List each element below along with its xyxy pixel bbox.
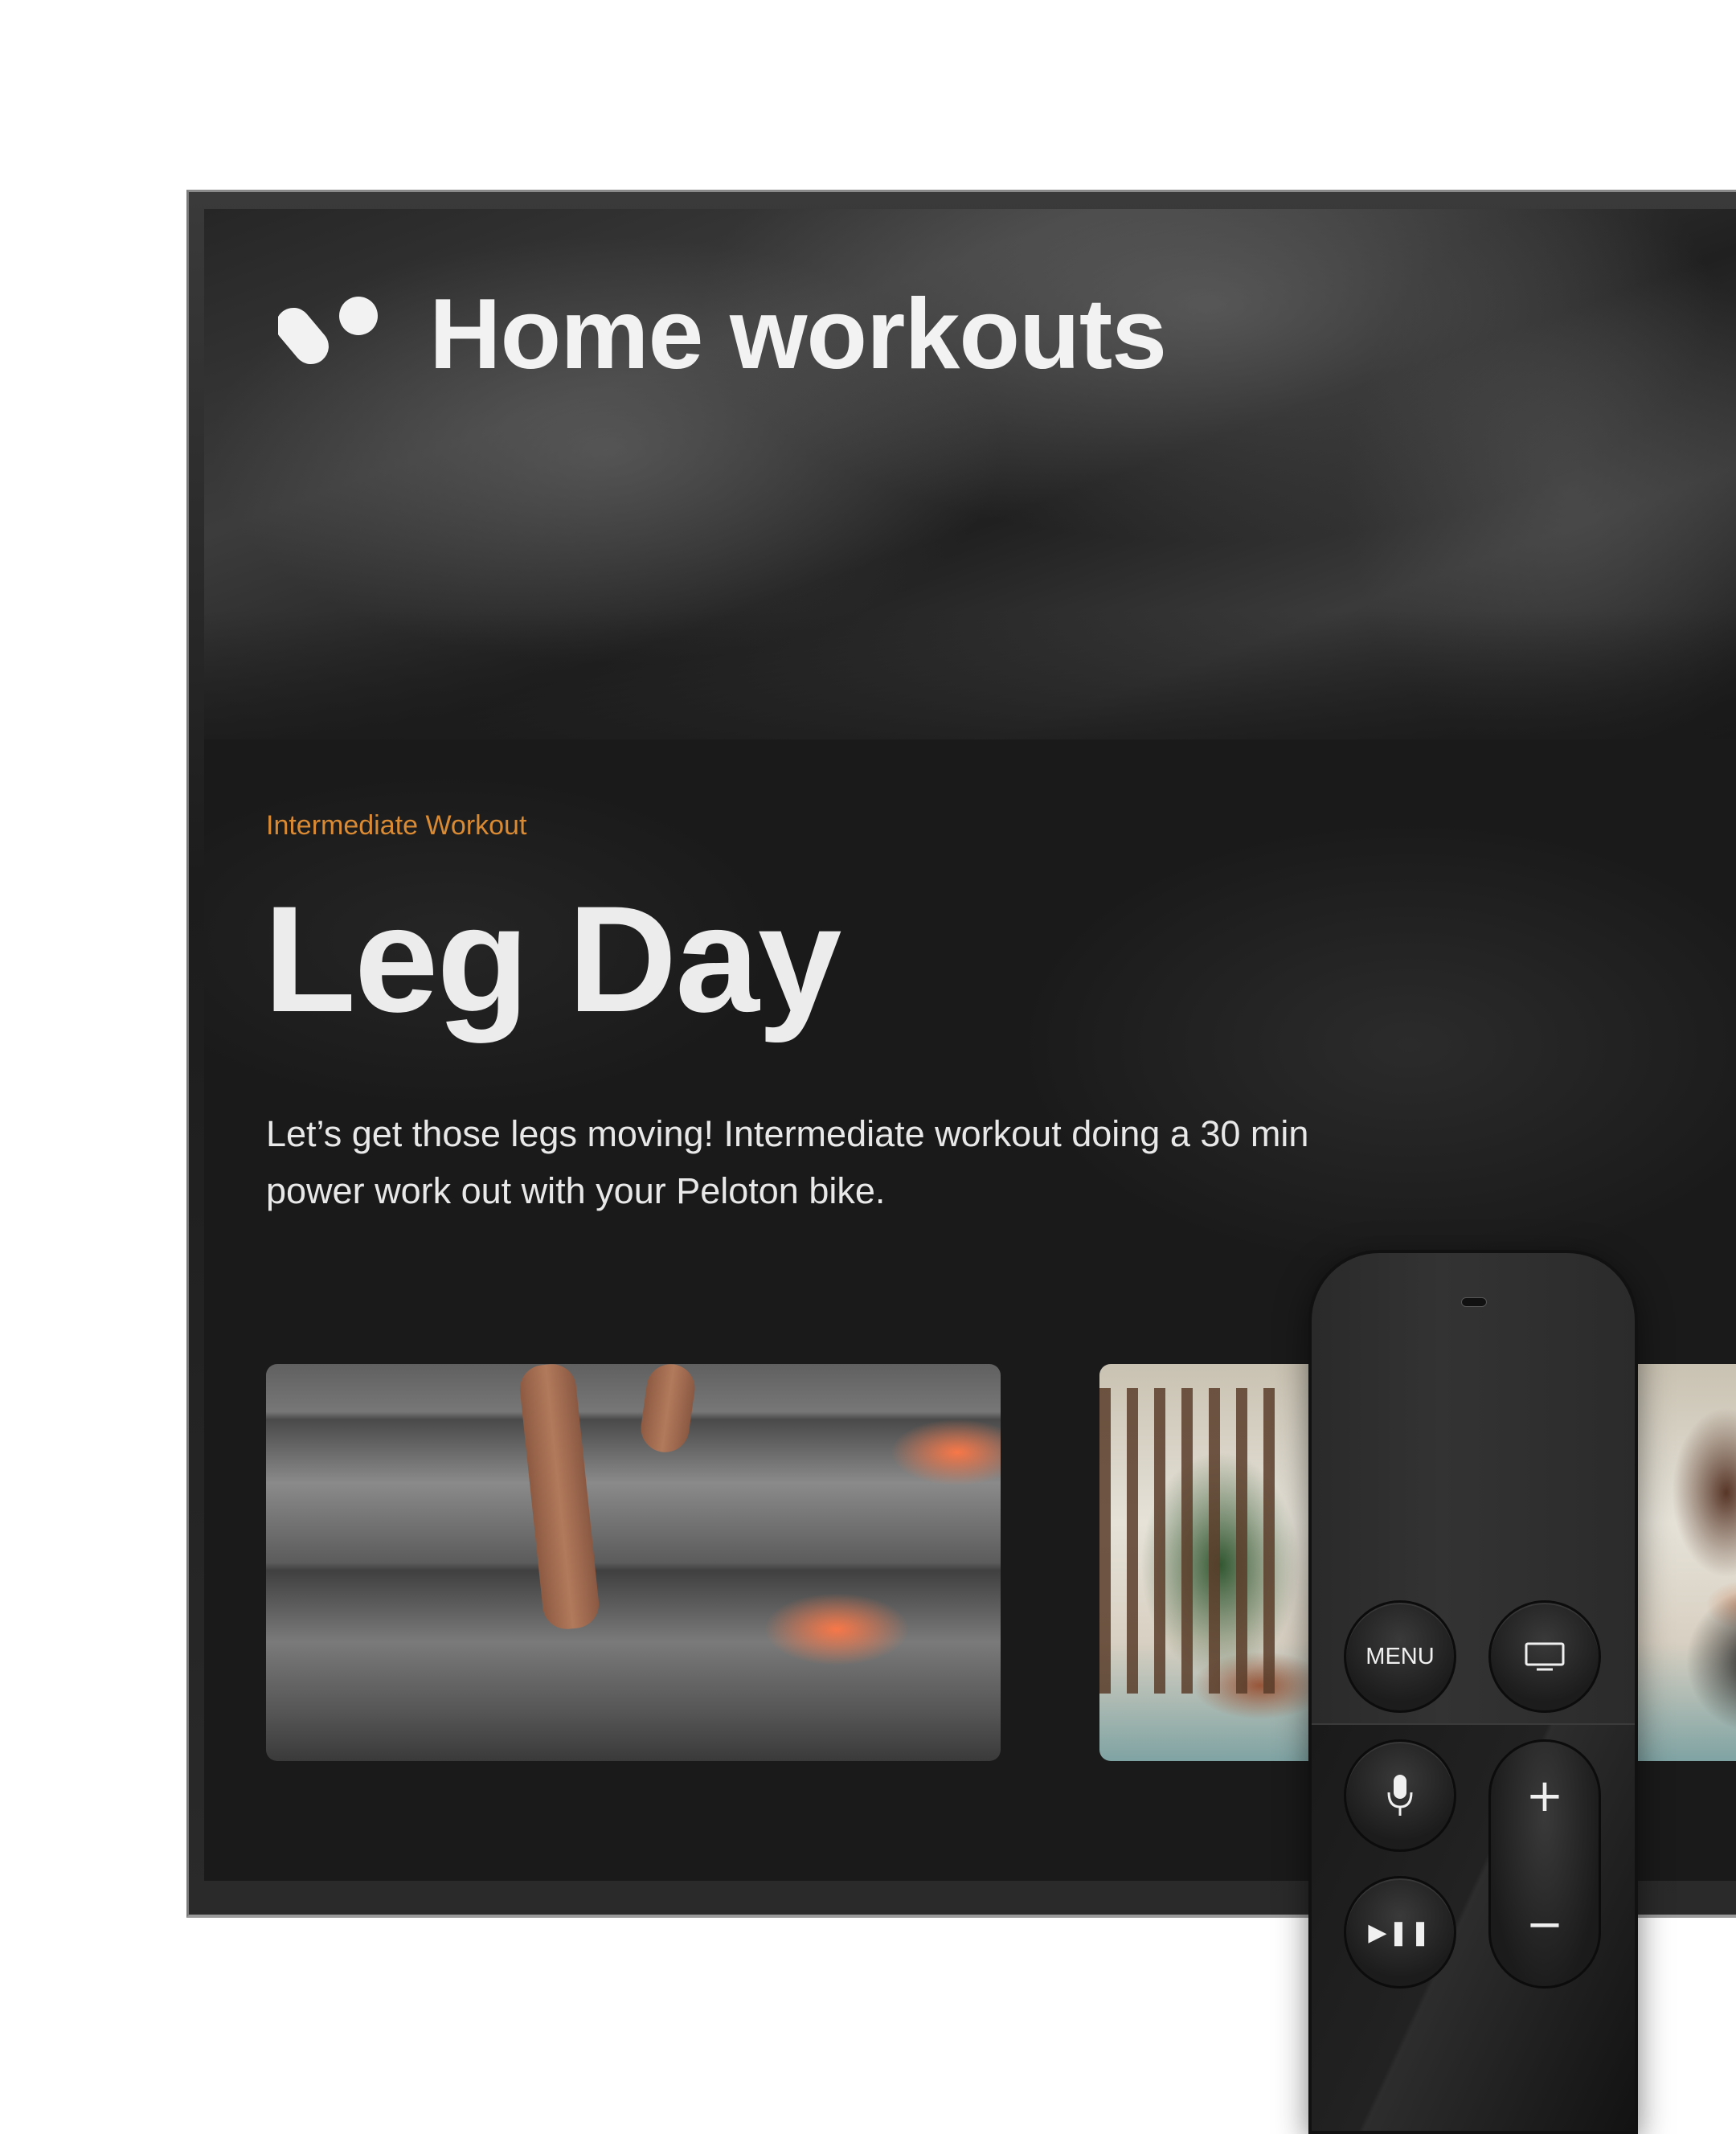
- siri-button[interactable]: [1344, 1739, 1456, 1852]
- yoga-mat-plant-image: [1099, 1388, 1276, 1694]
- app-title: Home workouts: [429, 279, 1167, 390]
- stairs-running-shoes-image: [517, 1364, 602, 1632]
- leg-shape: [637, 1364, 698, 1456]
- workout-level-label: Intermediate Workout: [266, 810, 527, 841]
- workout-description: Let’s get those legs moving! Intermediat…: [266, 1113, 1309, 1211]
- tv-remote: MENU ▶︎❚❚ + −: [1308, 1250, 1638, 2134]
- volume-up-button[interactable]: +: [1491, 1774, 1599, 1819]
- play-pause-button[interactable]: ▶︎❚❚: [1344, 1876, 1456, 1989]
- workout-card-stairs[interactable]: [266, 1364, 1001, 1761]
- tv-home-button[interactable]: [1488, 1600, 1601, 1713]
- logo-icon: [278, 297, 378, 365]
- menu-button[interactable]: MENU: [1344, 1600, 1456, 1713]
- microphone-icon: [1387, 1775, 1413, 1816]
- workout-title: Leg Day: [264, 874, 841, 1043]
- tv-icon: [1525, 1642, 1565, 1671]
- volume-rocker[interactable]: + −: [1488, 1739, 1601, 1989]
- remote-sensor: [1461, 1297, 1487, 1307]
- volume-down-button[interactable]: −: [1491, 1903, 1599, 1948]
- person-shape: [1630, 1396, 1736, 1758]
